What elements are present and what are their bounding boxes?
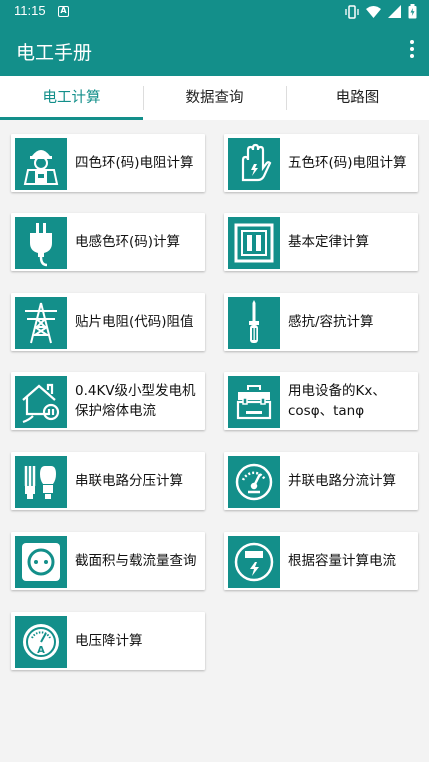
- card-four-band-resistor[interactable]: 四色环(码)电阻计算: [11, 134, 205, 192]
- vibrate-icon: [345, 4, 359, 19]
- card-capacity-current[interactable]: 根据容量计算电流: [224, 532, 418, 590]
- status-bar: 11:15 A: [0, 0, 429, 24]
- card-voltage-drop[interactable]: A 电压降计算: [11, 612, 205, 670]
- card-basic-laws[interactable]: 基本定律计算: [224, 213, 418, 271]
- ammeter-icon: A: [15, 616, 67, 668]
- status-time: 11:15: [14, 3, 46, 18]
- card-label: 根据容量计算电流: [288, 553, 396, 569]
- power-tower-icon: [15, 297, 67, 349]
- card-label: 电压降计算: [75, 633, 143, 649]
- card-inductor-color-code[interactable]: 电感色环(码)计算: [11, 213, 205, 271]
- card-series-voltage-divider[interactable]: 串联电路分压计算: [11, 452, 205, 510]
- card-cross-section-ampacity[interactable]: 截面积与载流量查询: [11, 532, 205, 590]
- card-label: 电感色环(码)计算: [75, 234, 181, 250]
- electric-meter-icon: [228, 536, 280, 588]
- toolbox-icon: [228, 376, 280, 428]
- card-generator-fuse[interactable]: 0.4KV级小型发电机保护熔体电流: [11, 372, 205, 430]
- signal-icon: [388, 5, 401, 18]
- card-reactance[interactable]: 感抗/容抗计算: [224, 293, 418, 351]
- meter-gauge-icon: [228, 456, 280, 508]
- card-label: 0.4KV级小型发电机保护熔体电流: [75, 383, 196, 419]
- card-label: 用电设备的Kx、cosφ、tanφ: [288, 383, 386, 419]
- switch-panel-icon: [228, 217, 280, 269]
- insulating-glove-icon: [228, 138, 280, 190]
- a-letter-icon: A: [58, 6, 69, 17]
- electrician-icon: [15, 138, 67, 190]
- bulb-icon: [15, 456, 67, 508]
- app-title: 电工手册: [16, 42, 93, 64]
- house-plug-icon: [15, 376, 67, 428]
- tab-electrical-calc[interactable]: 电工计算: [0, 76, 143, 120]
- more-vert-icon[interactable]: [409, 40, 415, 60]
- screwdriver-icon: [228, 297, 280, 349]
- card-label: 截面积与载流量查询: [75, 553, 197, 569]
- tab-circuit-diagram[interactable]: 电路图: [286, 76, 429, 120]
- wall-socket-icon: [15, 536, 67, 588]
- card-parallel-current-divider[interactable]: 并联电路分流计算: [224, 452, 418, 510]
- wifi-icon: [366, 6, 381, 18]
- card-label: 基本定律计算: [288, 234, 369, 250]
- card-label: 感抗/容抗计算: [288, 314, 374, 330]
- svg-text:A: A: [37, 645, 45, 656]
- tab-bar: 电工计算 数据查询 电路图: [0, 76, 429, 120]
- card-label: 五色环(码)电阻计算: [288, 155, 407, 171]
- tab-data-query[interactable]: 数据查询: [143, 76, 286, 120]
- app-bar: 电工手册: [0, 24, 429, 76]
- card-label: 贴片电阻(代码)阻值: [75, 314, 194, 330]
- card-label: 四色环(码)电阻计算: [75, 155, 194, 171]
- card-smd-resistor[interactable]: 贴片电阻(代码)阻值: [11, 293, 205, 351]
- card-five-band-resistor[interactable]: 五色环(码)电阻计算: [224, 134, 418, 192]
- card-equipment-coefficients[interactable]: 用电设备的Kx、cosφ、tanφ: [224, 372, 418, 430]
- card-label: 并联电路分流计算: [288, 473, 396, 489]
- card-label: 串联电路分压计算: [75, 473, 183, 489]
- power-plug-icon: [15, 217, 67, 269]
- battery-icon: [408, 4, 417, 19]
